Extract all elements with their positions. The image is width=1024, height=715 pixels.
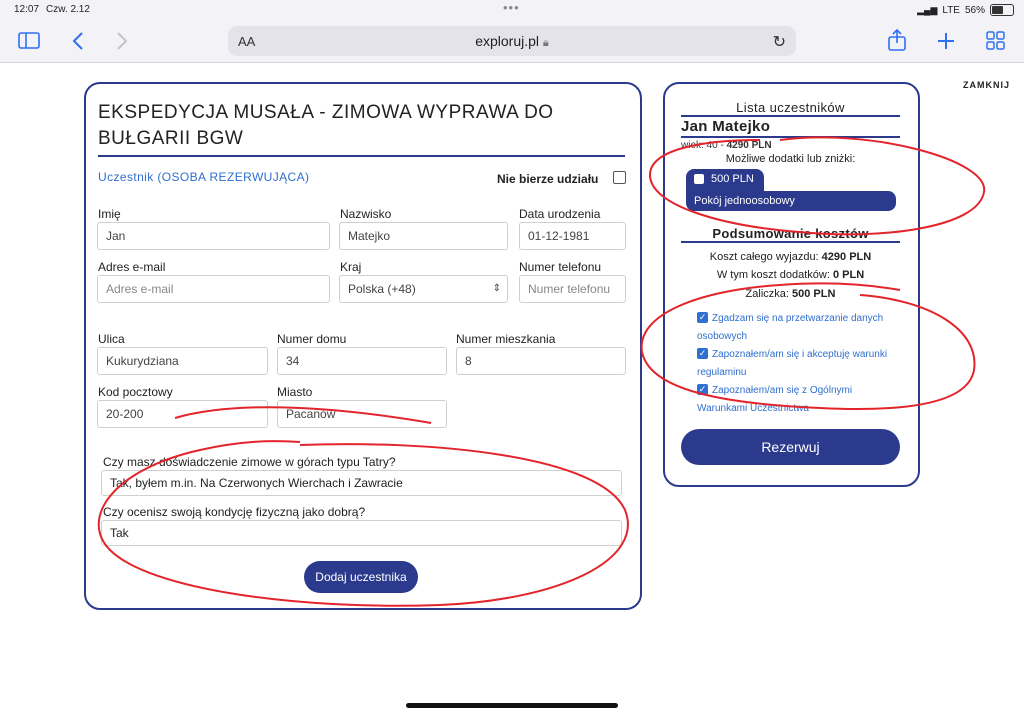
addons-cost: W tym koszt dodatków: 0 PLN bbox=[716, 269, 865, 281]
first-name-label: Imię bbox=[98, 207, 121, 221]
phone-input[interactable]: Numer telefonu bbox=[519, 275, 626, 303]
apartment-number-input[interactable]: 8 bbox=[456, 347, 626, 375]
multitasking-dots-icon[interactable]: ••• bbox=[503, 0, 520, 15]
participants-divider-top bbox=[681, 115, 900, 117]
consent-terms-checkbox[interactable]: ✓ bbox=[697, 384, 708, 395]
not-participating-checkbox[interactable] bbox=[613, 171, 626, 184]
add-participant-button[interactable]: Dodaj uczestnika bbox=[304, 561, 418, 593]
postal-code-input[interactable]: 20-200 bbox=[97, 400, 268, 428]
first-name-input[interactable]: Jan bbox=[97, 222, 330, 250]
addon-price: 500 PLN bbox=[711, 173, 754, 185]
sidebar-icon[interactable] bbox=[18, 32, 40, 49]
status-bar: 12:07 Czw. 2.12 ••• ▂▄▆ LTE 56% bbox=[0, 0, 1024, 20]
last-name-input[interactable]: Matejko bbox=[339, 222, 508, 250]
battery-percent: 56% bbox=[964, 4, 985, 16]
addon-checkbox[interactable] bbox=[694, 174, 704, 184]
url-text: exploruj.pl 🔒︎ bbox=[475, 33, 549, 49]
consent-regulations-label-2: regulaminu bbox=[697, 367, 747, 378]
back-icon[interactable] bbox=[72, 31, 84, 51]
total-cost-value: 4290 PLN bbox=[821, 251, 872, 263]
tabs-overview-icon[interactable] bbox=[986, 31, 1006, 51]
home-indicator[interactable] bbox=[406, 703, 618, 708]
house-number-input[interactable]: 34 bbox=[277, 347, 447, 375]
question-winter-label: Czy masz doświadczenie zimowe w górach t… bbox=[103, 455, 396, 469]
house-number-label: Numer domu bbox=[277, 332, 347, 346]
address-bar[interactable]: AA exploruj.pl 🔒︎ ↻ bbox=[228, 26, 796, 56]
consent-regulations-checkbox[interactable]: ✓ bbox=[697, 348, 708, 359]
country-value: Polska (+48) bbox=[348, 282, 416, 296]
reload-icon[interactable]: ↻ bbox=[773, 32, 786, 52]
participants-divider-bottom bbox=[681, 136, 900, 138]
summary-divider bbox=[681, 241, 900, 243]
participant-name: Jan Matejko bbox=[681, 118, 771, 135]
close-link[interactable]: ZAMKNIJ bbox=[963, 80, 1010, 90]
total-cost: Koszt całego wyjazdu: 4290 PLN bbox=[709, 251, 872, 263]
battery-icon bbox=[990, 4, 1014, 16]
question-winter-input[interactable]: Tak, byłem m.in. Na Czerwonych Wierchach… bbox=[101, 470, 622, 496]
email-input[interactable]: Adres e-mail bbox=[97, 275, 330, 303]
select-arrows-icon: ⇕ bbox=[492, 283, 501, 294]
apartment-number-label: Numer mieszkania bbox=[456, 332, 556, 346]
forward-icon[interactable] bbox=[116, 31, 128, 51]
addons-title: Możliwe dodatki lub zniżki: bbox=[725, 153, 856, 165]
phone-label: Numer telefonu bbox=[519, 260, 602, 274]
summary-title: Podsumowanie kosztów bbox=[712, 226, 869, 241]
status-date: Czw. 2.12 bbox=[46, 4, 90, 15]
birth-date-input[interactable]: 01-12-1981 bbox=[519, 222, 626, 250]
participant-age: wiek: 40 - 4290 PLN bbox=[681, 140, 772, 151]
consent-regulations-label-1: Zapoznałem/am się i akceptuję warunki bbox=[712, 349, 888, 360]
signal-icon: ▂▄▆ bbox=[917, 4, 938, 15]
email-label: Adres e-mail bbox=[98, 260, 166, 274]
lock-icon: 🔒︎ bbox=[542, 37, 549, 49]
city-input[interactable]: Pacanów bbox=[277, 400, 447, 428]
birth-date-label: Data urodzenia bbox=[519, 207, 601, 221]
addon-price-tab[interactable]: 500 PLN bbox=[686, 169, 764, 191]
share-icon[interactable] bbox=[887, 28, 907, 52]
question-fitness-input[interactable]: Tak bbox=[101, 520, 622, 546]
not-participating-label: Nie bierze udziału bbox=[497, 172, 599, 186]
country-select[interactable]: Polska (+48) ⇕ bbox=[339, 275, 508, 303]
consent-gdpr-label-1: Zgadzam się na przetwarzanie danych bbox=[712, 313, 884, 324]
consent-terms-label-1: Zapoznałem/am się z Ogólnymi bbox=[712, 385, 853, 396]
page-title: EKSPEDYCJA MUSAŁA - ZIMOWA WYPRAWA DO BU… bbox=[98, 102, 554, 149]
consent-gdpr-label-2: osobowych bbox=[697, 331, 748, 342]
street-input[interactable]: Kukurydziana bbox=[97, 347, 268, 375]
browser-toolbar: AA exploruj.pl 🔒︎ ↻ bbox=[0, 20, 1024, 63]
status-right: ▂▄▆ LTE 56% bbox=[917, 4, 1014, 16]
consent-terms-label-2: Warunkami Uczestnictwa bbox=[697, 403, 809, 414]
consent-terms[interactable]: ✓ Zapoznałem/am się z Ogólnymi Warunkami… bbox=[697, 382, 902, 418]
consent-regulations[interactable]: ✓ Zapoznałem/am się i akceptuję warunki … bbox=[697, 346, 902, 382]
network-type: LTE bbox=[942, 4, 960, 16]
new-tab-icon[interactable] bbox=[936, 31, 956, 51]
city-label: Miasto bbox=[277, 385, 313, 399]
participant-price: 4290 PLN bbox=[726, 140, 772, 151]
street-label: Ulica bbox=[98, 332, 125, 346]
reserve-button[interactable]: Rezerwuj bbox=[681, 429, 900, 465]
participants-title: Lista uczestników bbox=[736, 100, 845, 115]
addon-name: Pokój jednoosobowy bbox=[686, 191, 896, 211]
deposit-value: 500 PLN bbox=[792, 288, 836, 300]
addons-cost-value: 0 PLN bbox=[832, 269, 865, 281]
consent-gdpr[interactable]: ✓ Zgadzam się na przetwarzanie danych os… bbox=[697, 310, 902, 346]
section-label: Uczestnik (OSOBA REZERWUJĄCA) bbox=[98, 170, 310, 184]
question-fitness-label: Czy ocenisz swoją kondycję fizyczną jako… bbox=[103, 505, 366, 519]
postal-code-label: Kod pocztowy bbox=[98, 385, 173, 399]
consent-gdpr-checkbox[interactable]: ✓ bbox=[697, 312, 708, 323]
title-divider bbox=[98, 155, 625, 157]
country-label: Kraj bbox=[340, 260, 362, 274]
deposit: Zaliczka: 500 PLN bbox=[745, 288, 836, 300]
status-time: 12:07 bbox=[14, 4, 40, 15]
last-name-label: Nazwisko bbox=[340, 207, 392, 221]
